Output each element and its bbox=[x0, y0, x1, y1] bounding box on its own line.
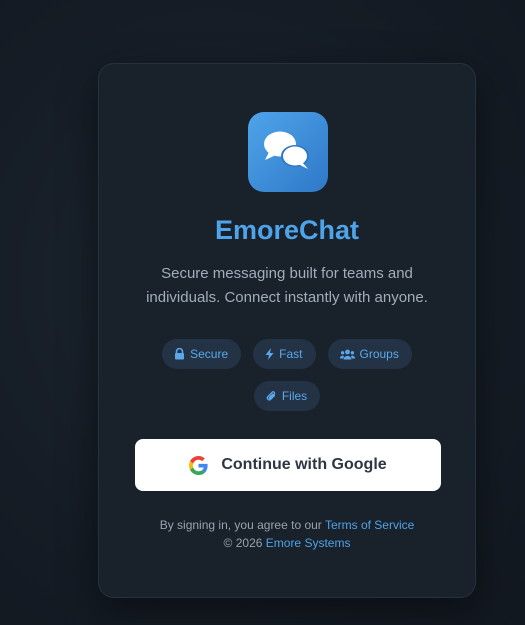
feature-chip-groups: Groups bbox=[327, 339, 412, 369]
feature-chip-label: Fast bbox=[279, 347, 303, 361]
continue-with-google-button[interactable]: Continue with Google bbox=[135, 439, 441, 491]
users-icon bbox=[339, 349, 355, 359]
login-card: EmoreChat Secure messaging built for tea… bbox=[98, 63, 476, 598]
feature-chip-label: Groups bbox=[359, 347, 399, 361]
copyright-line: © 2026 Emore Systems bbox=[99, 534, 475, 552]
terms-line: By signing in, you agree to our Terms of… bbox=[99, 516, 475, 534]
terms-of-service-link[interactable]: Terms of Service bbox=[325, 518, 414, 532]
legal-footer: By signing in, you agree to our Terms of… bbox=[99, 516, 475, 552]
feature-chip-fast: Fast bbox=[253, 339, 316, 369]
lock-icon bbox=[175, 348, 185, 360]
feature-chips: Secure Fast Groups Files bbox=[139, 339, 435, 411]
app-logo bbox=[248, 112, 328, 192]
feature-chip-label: Files bbox=[281, 389, 308, 403]
google-logo-icon bbox=[189, 455, 208, 475]
app-title: EmoreChat bbox=[214, 215, 360, 245]
company-link[interactable]: Emore Systems bbox=[266, 536, 351, 550]
google-button-label: Continue with Google bbox=[221, 456, 387, 473]
paperclip-icon bbox=[266, 391, 276, 401]
feature-chip-label: Secure bbox=[190, 347, 229, 361]
feature-chip-files: Files bbox=[253, 381, 321, 411]
terms-agree-text: By signing in, you agree to our bbox=[159, 518, 322, 532]
copyright-text: © 2026 bbox=[223, 536, 263, 550]
feature-chip-secure: Secure bbox=[162, 339, 242, 369]
bolt-icon bbox=[265, 348, 274, 360]
app-tagline: Secure messaging built for teams and ind… bbox=[146, 265, 428, 306]
chat-bubbles-icon bbox=[264, 131, 309, 169]
